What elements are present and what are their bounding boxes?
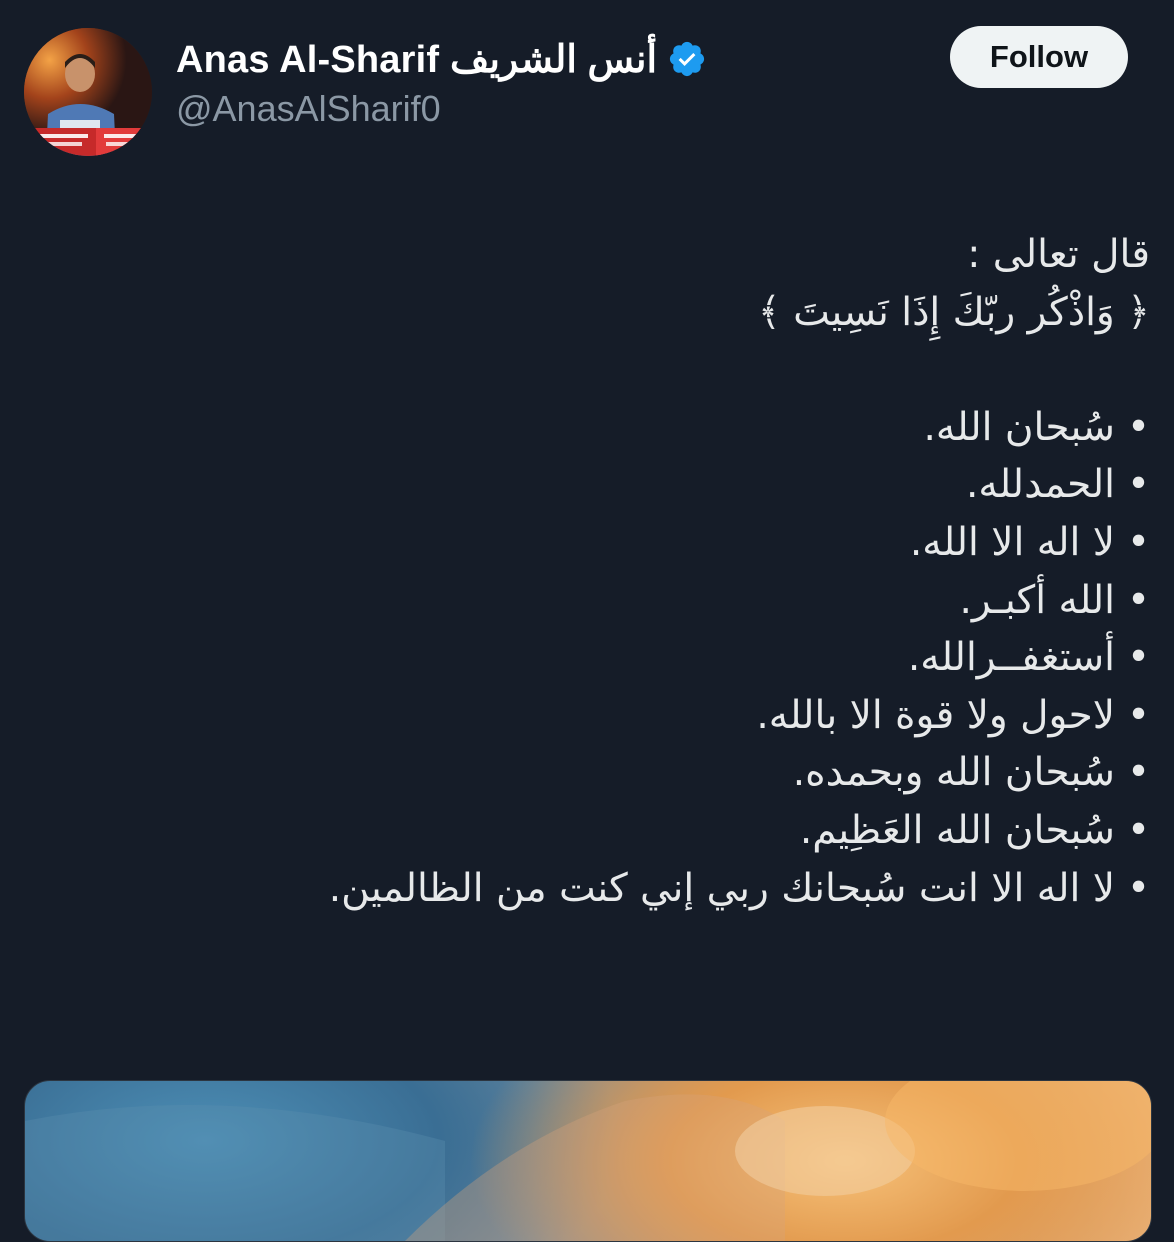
dhikr-item: •الله أكبـر. bbox=[24, 572, 1150, 630]
bullet-marker: • bbox=[1126, 865, 1150, 911]
author-display-name[interactable]: Anas Al-Sharif أنس الشريف bbox=[176, 32, 707, 86]
dhikr-list: •سُبحان الله. •الحمدلله. •لا اله الا الله.… bbox=[24, 399, 1150, 917]
bullet-marker: • bbox=[1126, 462, 1150, 508]
avatar[interactable] bbox=[24, 28, 152, 156]
media-image[interactable] bbox=[24, 1080, 1152, 1242]
dhikr-item-text: سُبحان الله. bbox=[923, 404, 1115, 450]
dhikr-item: •الحمدلله. bbox=[24, 456, 1150, 514]
follow-button[interactable]: Follow bbox=[950, 26, 1128, 88]
bullet-marker: • bbox=[1126, 635, 1150, 681]
bullet-marker: • bbox=[1126, 577, 1150, 623]
author-name-text: Anas Al-Sharif أنس الشريف bbox=[176, 38, 658, 81]
avatar-image bbox=[24, 28, 152, 156]
bullet-marker: • bbox=[1126, 750, 1150, 796]
dhikr-item: •لا اله الا الله. bbox=[24, 514, 1150, 572]
dhikr-item: •سُبحان الله العَظِيم. bbox=[24, 802, 1150, 860]
dhikr-item-text: الحمدلله. bbox=[965, 462, 1115, 508]
dhikr-item-text: أستغفــرالله. bbox=[907, 635, 1115, 681]
dhikr-item-text: لاحول ولا قوة الا بالله. bbox=[756, 692, 1115, 738]
tweet-verse: ﴿ وَاذْكُر ربّكَ إِذَا نَسِيتَ ﴾ bbox=[757, 289, 1150, 335]
bullet-marker: • bbox=[1126, 807, 1150, 853]
tweet-card: Anas Al-Sharif أنس الشريف @AnasAlSharif0… bbox=[0, 0, 1174, 1242]
dhikr-item: •لاحول ولا قوة الا بالله. bbox=[24, 687, 1150, 745]
bullet-marker: • bbox=[1126, 519, 1150, 565]
dhikr-item: •سُبحان الله وبحمده. bbox=[24, 744, 1150, 802]
media-thumbnail bbox=[25, 1081, 1151, 1241]
dhikr-item-text: لا اله الا انت سُبحانك ربي إني كنت من ال… bbox=[328, 865, 1115, 911]
dhikr-item-text: لا اله الا الله. bbox=[909, 519, 1115, 565]
bullet-marker: • bbox=[1126, 692, 1150, 738]
dhikr-item-text: سُبحان الله العَظِيم. bbox=[799, 807, 1115, 853]
dhikr-item: •لا اله الا انت سُبحانك ربي إني كنت من ا… bbox=[24, 860, 1150, 918]
tweet-text: قال تعالى : ﴿ وَاذْكُر ربّكَ إِذَا نَسِي… bbox=[24, 226, 1150, 917]
dhikr-item: •أستغفــرالله. bbox=[24, 629, 1150, 687]
author-handle[interactable]: @AnasAlSharif0 bbox=[176, 88, 441, 130]
dhikr-item-text: سُبحان الله وبحمده. bbox=[792, 750, 1115, 796]
dhikr-item-text: الله أكبـر. bbox=[959, 577, 1115, 623]
dhikr-item: •سُبحان الله. bbox=[24, 399, 1151, 457]
bullet-marker: • bbox=[1126, 404, 1150, 450]
verified-badge-icon bbox=[667, 39, 707, 79]
tweet-intro: قال تعالى : bbox=[967, 232, 1150, 277]
